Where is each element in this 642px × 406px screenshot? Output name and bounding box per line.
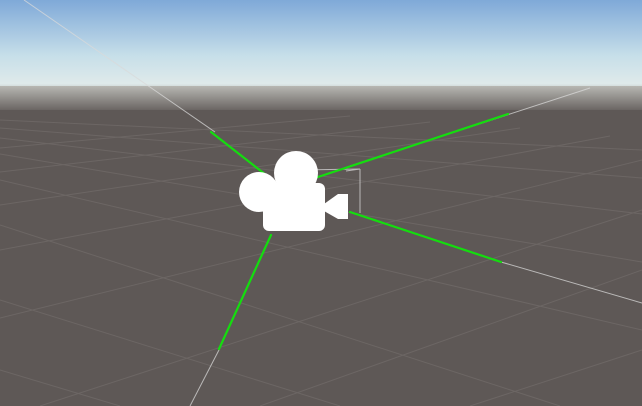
horizon-fade [0, 86, 642, 114]
scene-view[interactable] [0, 0, 642, 406]
ground-plane [0, 110, 642, 406]
scene-viewport[interactable] [0, 0, 642, 406]
